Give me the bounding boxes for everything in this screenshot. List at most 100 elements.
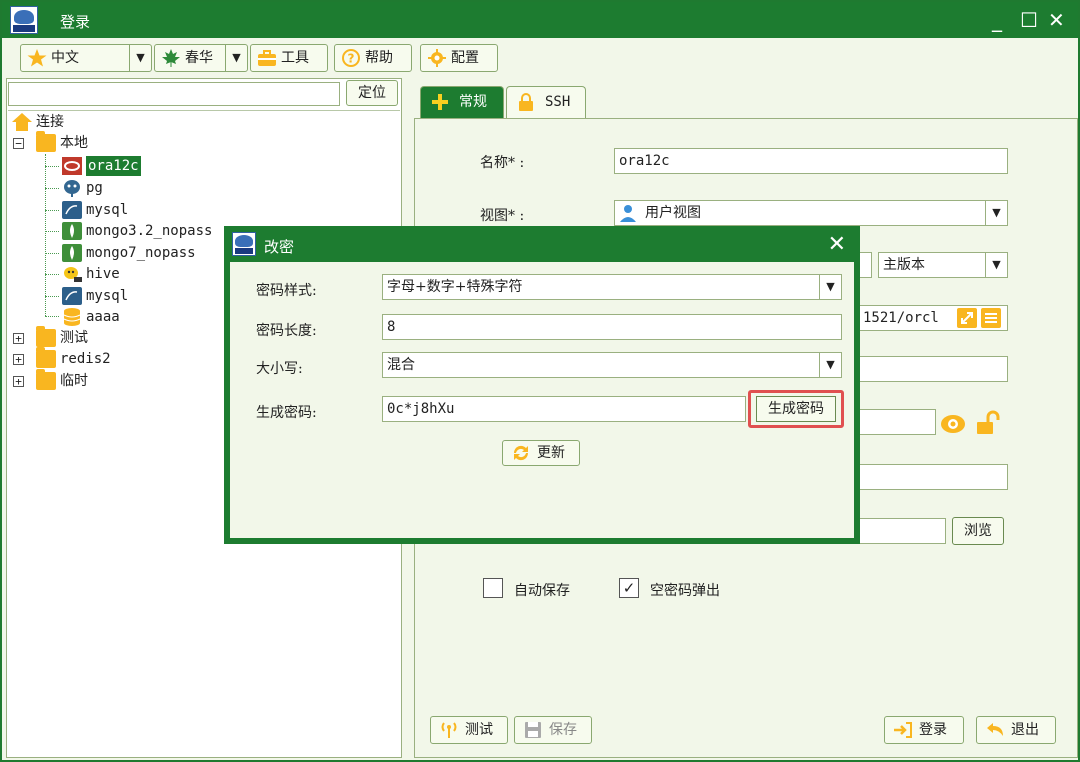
mongodb-icon: [62, 222, 82, 240]
signal-icon: [441, 722, 457, 738]
tree-node-label: mysql: [86, 202, 129, 218]
refresh-button[interactable]: 更新: [502, 440, 580, 466]
toolbox-icon: [258, 50, 276, 66]
postgres-icon: [64, 180, 80, 197]
expand-icon[interactable]: +: [13, 376, 24, 387]
tab-label: 常规: [459, 94, 487, 110]
unlock-icon[interactable]: [974, 410, 1000, 436]
empty-pwd-popup-checkbox[interactable]: ✓: [619, 578, 639, 598]
view-select[interactable]: 用户视图 ▼: [614, 200, 1008, 226]
help-icon: ?: [342, 49, 360, 67]
minimize-button[interactable]: _: [992, 8, 1002, 32]
tree-node-label: pg: [86, 180, 103, 196]
partial-input[interactable]: [858, 252, 872, 278]
mysql-icon: [62, 287, 82, 305]
oracle-icon: [62, 157, 82, 175]
tools-label: 工具: [281, 50, 309, 66]
tab-ssh[interactable]: SSH: [506, 86, 586, 118]
tree-node-label: ora12c: [86, 156, 141, 176]
folder-icon: [36, 326, 56, 347]
app-logo-icon: [10, 6, 38, 34]
test-button[interactable]: 测试: [430, 716, 508, 744]
partial-input[interactable]: [858, 464, 1008, 490]
case-select[interactable]: 混合 ▼: [382, 352, 842, 378]
file-path-input[interactable]: [858, 518, 946, 544]
folder-icon: [36, 131, 56, 152]
tools-button[interactable]: 工具: [250, 44, 328, 72]
main-window: 登录 _ ☐ ✕ 中文 ▼ 春华 ▼ 工具 ? 帮助 配置 定位 连接 − 本地…: [0, 0, 1080, 762]
user-icon: [620, 205, 636, 222]
plus-icon: [432, 94, 448, 110]
tree-node-label: 临时: [60, 373, 88, 389]
empty-pwd-popup-label: 空密码弹出: [650, 583, 720, 599]
password-length-label: 密码长度:: [256, 323, 317, 339]
tree-line: [45, 274, 59, 275]
save-button[interactable]: 保存: [514, 716, 592, 744]
undo-icon: [987, 723, 1003, 736]
tree-line: [45, 316, 59, 317]
exit-label: 退出: [1011, 722, 1039, 738]
maple-leaf-icon: [162, 49, 180, 67]
tree-node-label: 本地: [60, 135, 88, 151]
chevron-down-icon: ▼: [985, 201, 1007, 225]
test-label: 测试: [465, 722, 493, 738]
tree-line: [45, 296, 59, 297]
window-title: 登录: [60, 13, 91, 31]
mysql-icon: [62, 201, 82, 219]
tab-label: SSH: [545, 94, 571, 110]
tree-line: [45, 253, 59, 254]
list-icon[interactable]: [981, 308, 1001, 328]
tree-line: [45, 154, 46, 316]
login-button[interactable]: 登录: [884, 716, 964, 744]
hive-icon: [64, 267, 82, 282]
language-select[interactable]: 中文 ▼: [20, 44, 152, 72]
folder-icon: [36, 347, 56, 368]
language-value: 中文: [51, 50, 79, 66]
expand-icon[interactable]: +: [13, 333, 24, 344]
collapse-icon[interactable]: −: [13, 138, 24, 149]
close-button[interactable]: ✕: [1048, 8, 1065, 32]
app-logo-icon: [232, 232, 256, 256]
password-style-select[interactable]: 字母+数字+特殊字符 ▼: [382, 274, 842, 300]
tree-node-label: redis2: [60, 351, 111, 367]
expand-icon[interactable]: +: [13, 354, 24, 365]
help-button[interactable]: ? 帮助: [334, 44, 412, 72]
theme-select[interactable]: 春华 ▼: [154, 44, 248, 72]
browse-button[interactable]: 浏览: [952, 517, 1004, 545]
dialog-title-bar: 改密 ✕: [226, 228, 858, 260]
case-value: 混合: [387, 357, 415, 373]
locate-button[interactable]: 定位: [346, 80, 398, 106]
tab-general[interactable]: 常规: [420, 86, 504, 118]
svg-text:?: ?: [348, 52, 355, 66]
eye-icon[interactable]: [940, 412, 966, 436]
folder-icon: [36, 369, 56, 390]
home-icon: [12, 113, 32, 131]
dialog-close-button[interactable]: ✕: [828, 232, 846, 257]
password-input[interactable]: [858, 409, 936, 435]
config-label: 配置: [451, 50, 479, 66]
config-button[interactable]: 配置: [420, 44, 498, 72]
view-value: 用户视图: [645, 205, 701, 221]
gear-icon: [428, 49, 446, 67]
password-length-input[interactable]: 8: [382, 314, 842, 340]
chevron-down-icon: ▼: [819, 275, 841, 299]
maximize-button[interactable]: ☐: [1020, 8, 1038, 32]
expand-arrows-icon[interactable]: [957, 308, 977, 328]
url-input[interactable]: 1521/orcl: [858, 305, 1008, 331]
tree-line: [45, 166, 59, 167]
generate-password-button[interactable]: 生成密码: [756, 396, 836, 422]
name-input[interactable]: ora12c: [614, 148, 1008, 174]
generated-password-input[interactable]: 0c*j8hXu: [382, 396, 746, 422]
tree-node-label: mongo3.2_nopass: [86, 223, 213, 239]
change-password-dialog: 改密 ✕ 密码样式: 字母+数字+特殊字符 ▼ 密码长度: 8 大小写: 混合 …: [224, 226, 860, 544]
tree-node-label: hive: [86, 266, 120, 282]
version-select[interactable]: 主版本 ▼: [878, 252, 1008, 278]
login-icon: [894, 722, 912, 738]
url-value: 1521/orcl: [863, 310, 939, 326]
chevron-down-icon: ▼: [985, 253, 1007, 277]
tree-search-input[interactable]: [8, 82, 340, 106]
autosave-checkbox[interactable]: [483, 578, 503, 598]
save-icon: [525, 722, 541, 738]
exit-button[interactable]: 退出: [976, 716, 1056, 744]
partial-input[interactable]: [858, 356, 1008, 382]
